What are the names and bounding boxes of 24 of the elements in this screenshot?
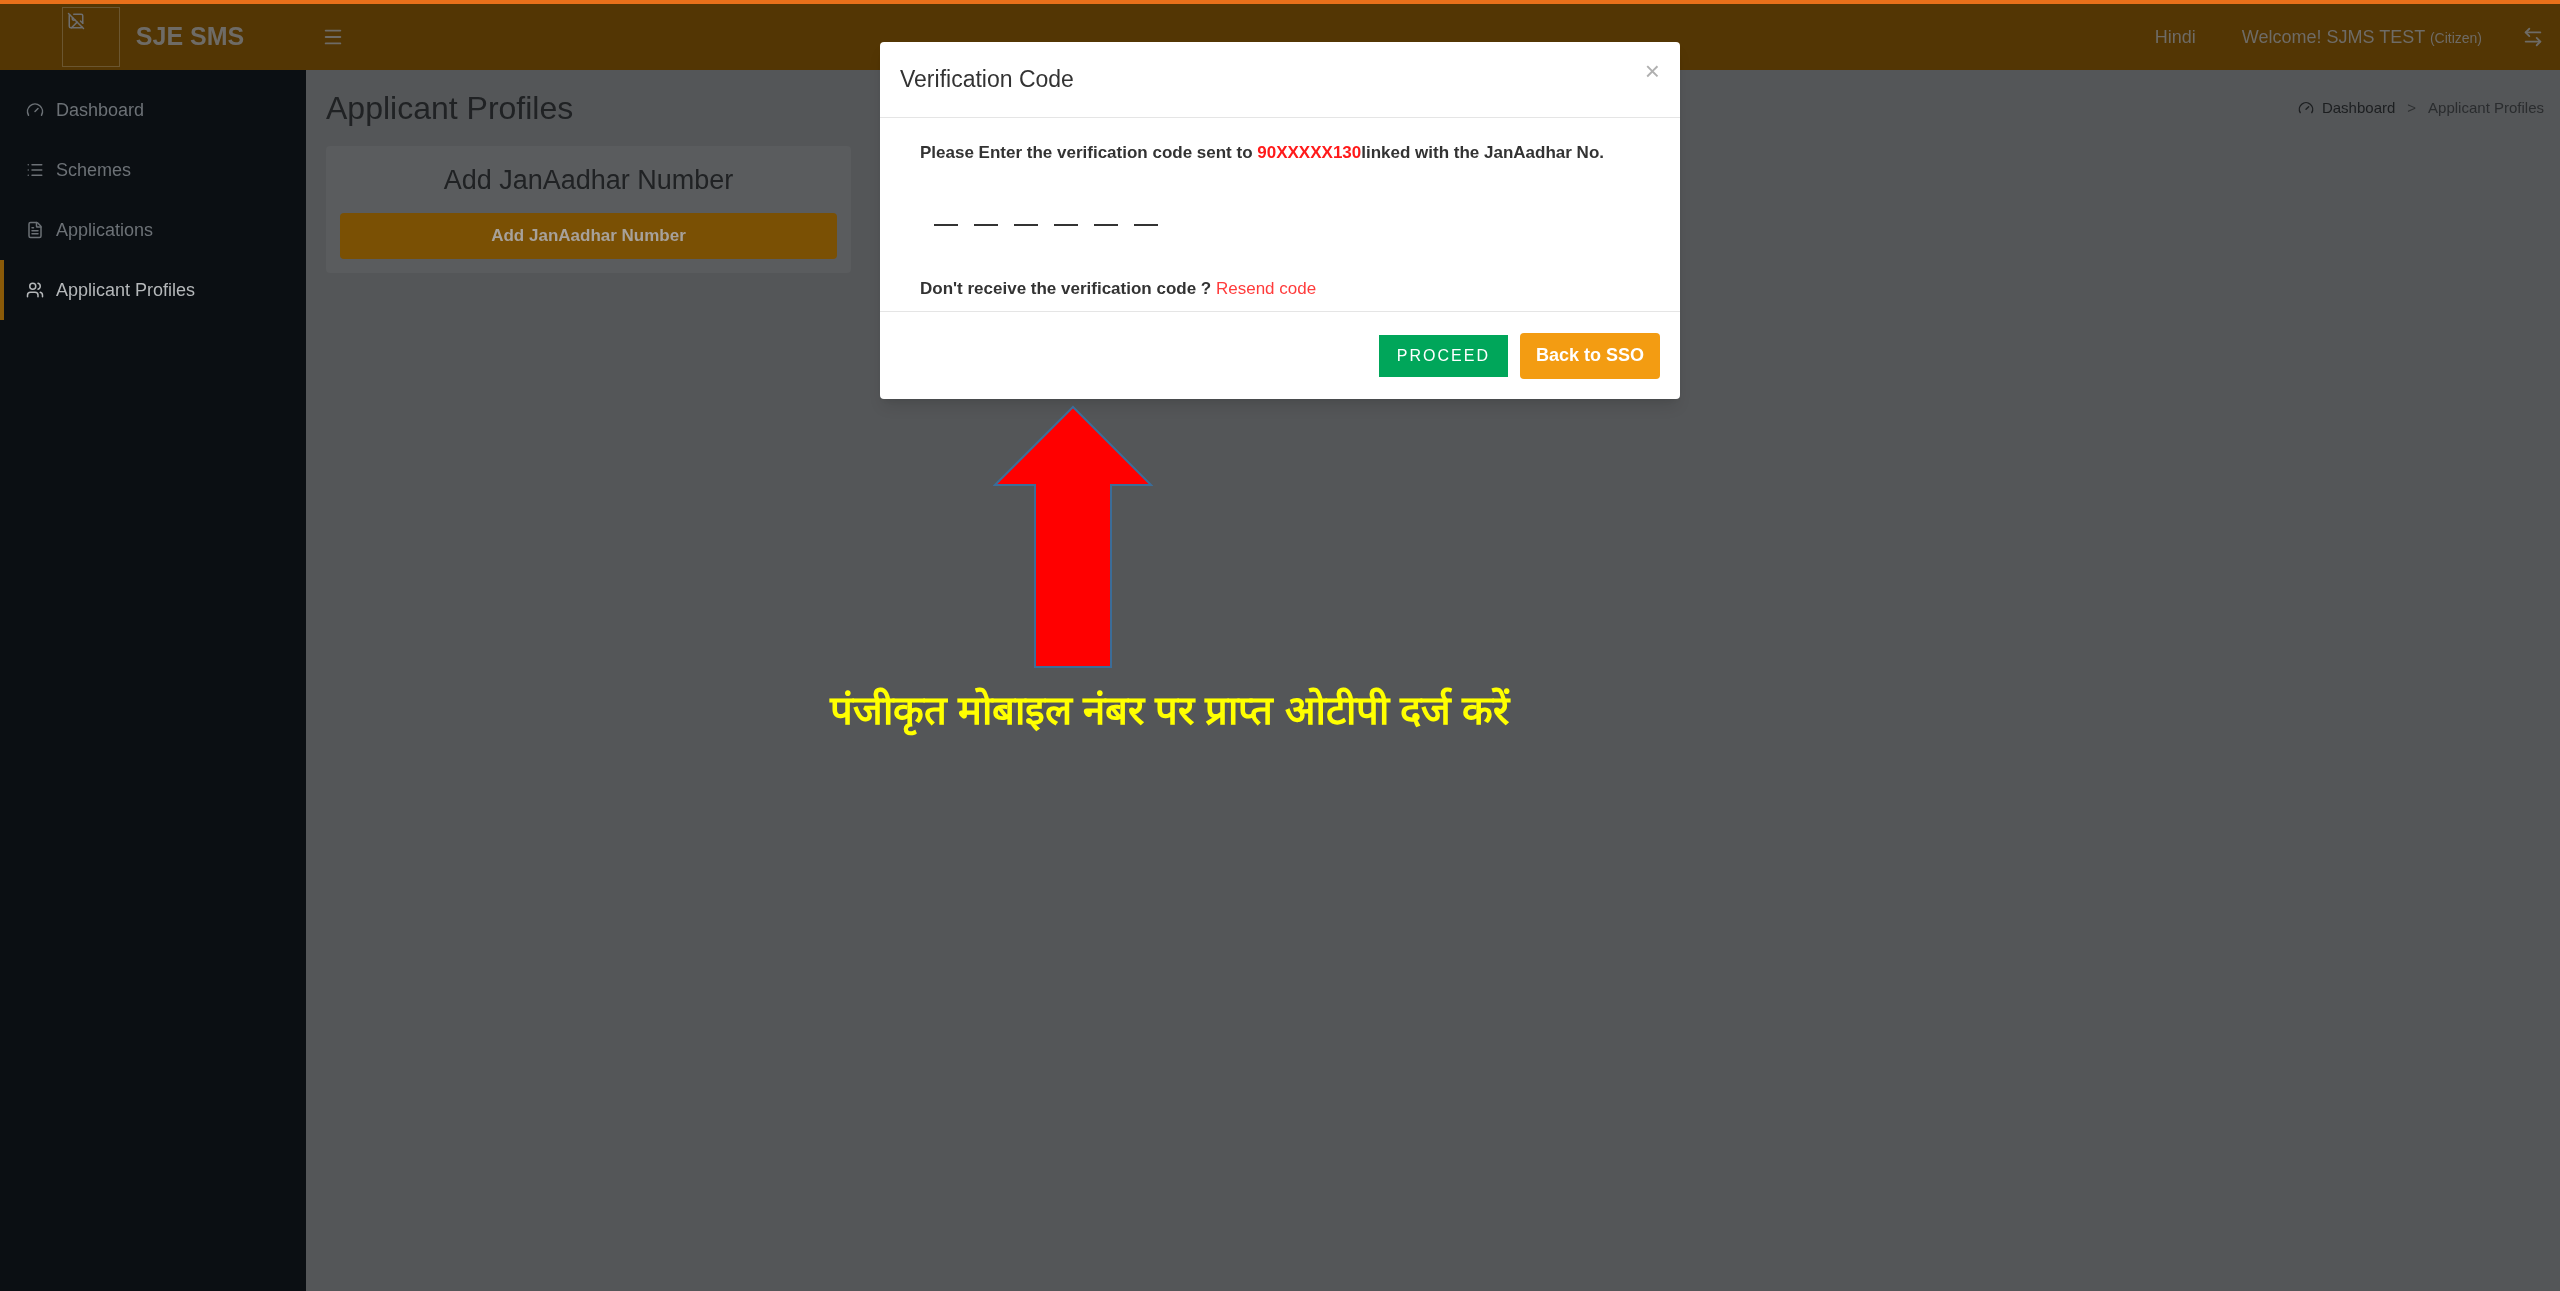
modal-title: Verification Code xyxy=(900,65,1074,95)
card-title: Add JanAadhar Number xyxy=(443,164,734,197)
sidebar-item[interactable]: Dashboard xyxy=(0,80,306,140)
back-to-sso-button[interactable]: Back to SSO xyxy=(1519,332,1660,379)
close-button[interactable]: × xyxy=(1644,52,1660,91)
annotation-text: पंजीकृत मोबाइल नंबर पर प्राप्त ओटीपी दर्ज करें xyxy=(830,680,1509,740)
breadcrumb-link[interactable]: Dashboard xyxy=(2321,96,2396,120)
proceed-button[interactable]: PROCEED xyxy=(1378,334,1508,377)
language-link[interactable]: Hindi xyxy=(2154,23,2196,51)
breadcrumb-separator: > xyxy=(2407,97,2417,118)
dashboard-icon xyxy=(2297,100,2314,116)
sidebar-item-icon xyxy=(26,101,44,119)
add-janaadhar-button[interactable]: Add JanAadhar Number xyxy=(340,212,837,259)
welcome-text: Welcome! SJMS TEST (Citizen) xyxy=(2241,25,2482,49)
verification-message: Please Enter the verification code sent to 90XXXXX130linked with the JanAadhar No. xyxy=(920,142,1605,164)
sidebar-item[interactable]: Schemes xyxy=(0,140,306,200)
sidebar-item-icon xyxy=(26,161,44,179)
sidebar-item[interactable]: Applications xyxy=(0,200,306,260)
resend-prompt: Don't receive the verification code ? Resend code xyxy=(920,277,1318,300)
broken-image-icon xyxy=(61,7,120,67)
sidebar-item-icon xyxy=(26,221,44,239)
sidebar-item-icon xyxy=(26,281,44,299)
resend-code-link[interactable]: Resend code xyxy=(1215,278,1317,298)
brand-name: SJE SMS xyxy=(135,21,245,53)
